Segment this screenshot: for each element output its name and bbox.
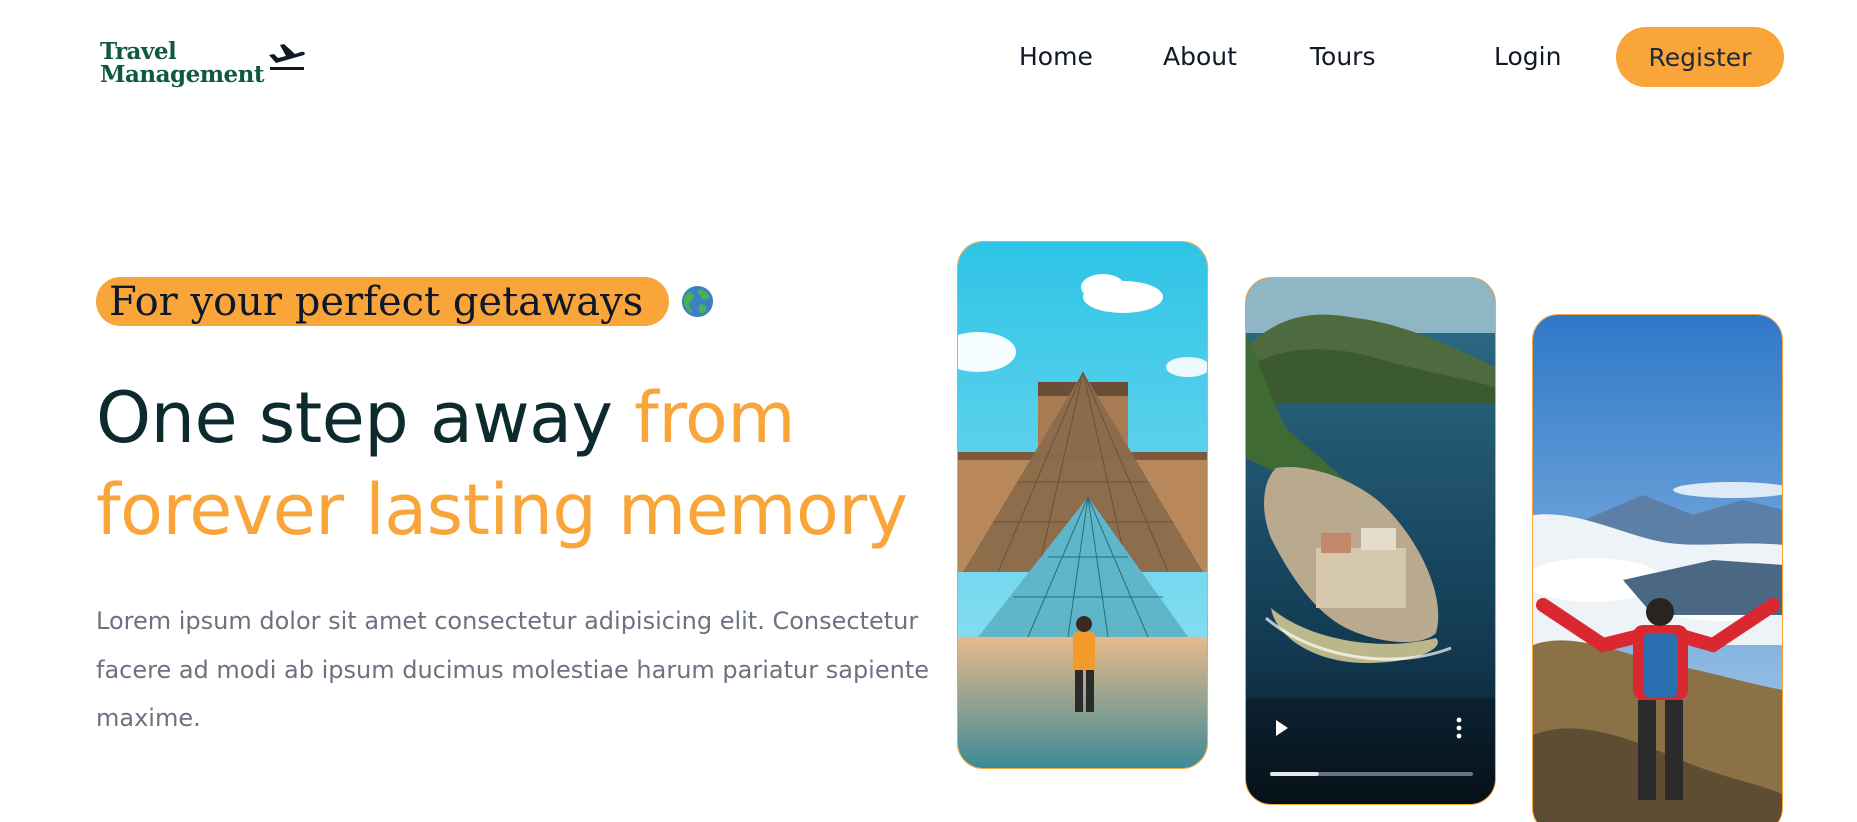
headline-plain: One step away — [96, 377, 635, 459]
logo-text: Travel Management — [100, 38, 265, 88]
gallery-image-hiker — [1532, 314, 1783, 822]
logo[interactable]: Travel Management — [100, 40, 306, 86]
globe-icon — [682, 285, 714, 318]
tagline: For your perfect getaways — [96, 277, 715, 326]
logo-line-2: Management — [100, 61, 265, 88]
tagline-badge: For your perfect getaways — [96, 277, 670, 326]
nav-about[interactable]: About — [1163, 42, 1237, 71]
headline-highlight-2: forever lasting memory — [96, 469, 908, 551]
gallery-video-fortress[interactable] — [1245, 277, 1496, 805]
nav-home[interactable]: Home — [1019, 42, 1093, 71]
headline-highlight-1: from — [634, 377, 796, 459]
gallery-image-louvre — [957, 241, 1208, 769]
login-link[interactable]: Login — [1494, 42, 1561, 71]
hero-description: Lorem ipsum dolor sit amet consectetur a… — [96, 607, 929, 732]
hero-headline: One step away from forever lasting memor… — [96, 372, 956, 556]
logo-line-1: Travel — [100, 38, 177, 65]
more-vertical-icon — [1456, 717, 1462, 739]
airplane-takeoff-icon — [269, 44, 305, 70]
register-button[interactable]: Register — [1616, 27, 1784, 87]
nav-tours[interactable]: Tours — [1310, 42, 1375, 71]
